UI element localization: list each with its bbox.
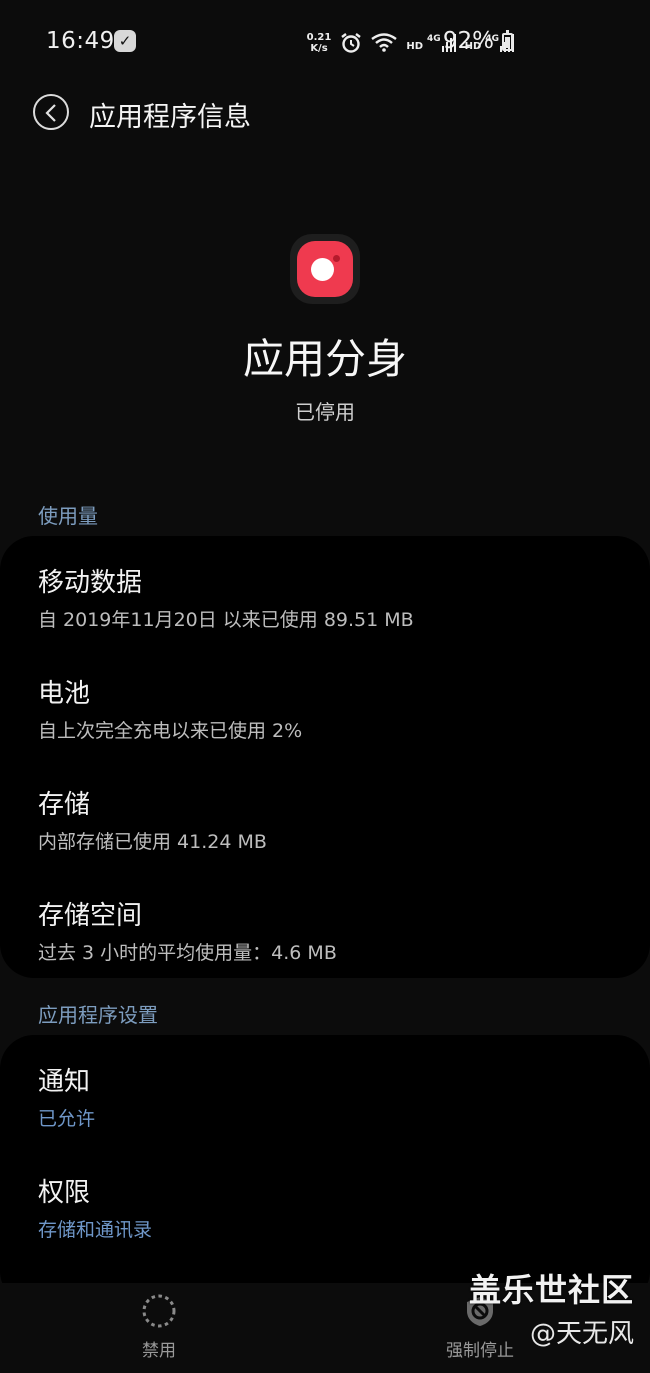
list-item-title: 权限 bbox=[38, 1178, 91, 1208]
sim1-hd-label: HD bbox=[406, 41, 424, 52]
section-header-usage: 使用量 bbox=[38, 504, 98, 528]
battery-fill bbox=[505, 37, 510, 48]
list-item-subtitle: 内部存储已使用 41.24 MB bbox=[38, 831, 267, 853]
list-item-storage[interactable]: 存储 内部存储已使用 41.24 MB bbox=[38, 784, 267, 854]
app-icon-dot bbox=[311, 258, 334, 281]
list-item-subtitle: 存储和通讯录 bbox=[38, 1219, 153, 1241]
app-icon-badge bbox=[297, 241, 353, 297]
disable-icon bbox=[142, 1294, 176, 1328]
list-item-title: 存储 bbox=[38, 790, 91, 820]
battery-percentage: 92% bbox=[442, 28, 494, 54]
sim1-type-label: 4G bbox=[427, 34, 441, 44]
app-icon-dot-small bbox=[331, 253, 342, 264]
network-speed-unit: K/s bbox=[310, 43, 328, 54]
back-button[interactable] bbox=[33, 94, 69, 130]
list-item-title: 移动数据 bbox=[38, 568, 143, 598]
app-status: 已停用 bbox=[295, 400, 355, 424]
wifi-icon bbox=[371, 33, 398, 52]
network-speed: 0.21 K/s bbox=[307, 32, 332, 54]
watermark-author: @天无风 bbox=[529, 1319, 634, 1349]
network-speed-value: 0.21 bbox=[306, 32, 332, 43]
app-icon bbox=[290, 234, 360, 304]
list-item-subtitle: 过去 3 小时的平均使用量：4.6 MB bbox=[38, 942, 337, 964]
watermark: 盖乐世社区 @天无风 bbox=[469, 1265, 634, 1350]
status-time: 16:49 bbox=[46, 28, 115, 54]
app-name: 应用分身 bbox=[243, 335, 407, 383]
page-title: 应用程序信息 bbox=[89, 102, 251, 133]
battery-icon bbox=[502, 30, 513, 51]
app-info-screen: 16:49 ✓ 0.21 K/s HD 4G HD 4G 92% 应用程序信息 … bbox=[0, 0, 650, 1373]
list-item-subtitle: 自上次完全充电以来已使用 2% bbox=[38, 720, 303, 742]
usage-card: 移动数据 自 2019年11月20日 以来已使用 89.51 MB 电池 自上次… bbox=[0, 536, 650, 978]
list-item-battery[interactable]: 电池 自上次完全充电以来已使用 2% bbox=[38, 673, 302, 743]
list-item-title: 通知 bbox=[38, 1067, 91, 1097]
list-item-mobile-data[interactable]: 移动数据 自 2019年11月20日 以来已使用 89.51 MB bbox=[38, 562, 414, 632]
notification-check-icon: ✓ bbox=[114, 30, 136, 52]
list-item-title: 存储空间 bbox=[38, 901, 143, 931]
list-item-subtitle: 自 2019年11月20日 以来已使用 89.51 MB bbox=[38, 609, 414, 631]
chevron-left-icon bbox=[45, 104, 56, 122]
watermark-community: 盖乐世社区 bbox=[468, 1271, 634, 1309]
disable-button[interactable]: 禁用 bbox=[141, 1293, 177, 1361]
list-item-notifications[interactable]: 通知 已允许 bbox=[38, 1061, 95, 1131]
list-item-title: 电池 bbox=[38, 679, 91, 709]
list-item-memory[interactable]: 存储空间 过去 3 小时的平均使用量：4.6 MB bbox=[38, 895, 337, 965]
status-bar: 16:49 ✓ 0.21 K/s HD 4G HD 4G 92% bbox=[0, 0, 650, 84]
disable-label: 禁用 bbox=[142, 1341, 176, 1361]
list-item-subtitle: 已允许 bbox=[38, 1108, 96, 1130]
list-item-permissions[interactable]: 权限 存储和通讯录 bbox=[38, 1172, 152, 1242]
alarm-icon bbox=[341, 33, 362, 53]
section-header-app-settings: 应用程序设置 bbox=[38, 1003, 158, 1027]
